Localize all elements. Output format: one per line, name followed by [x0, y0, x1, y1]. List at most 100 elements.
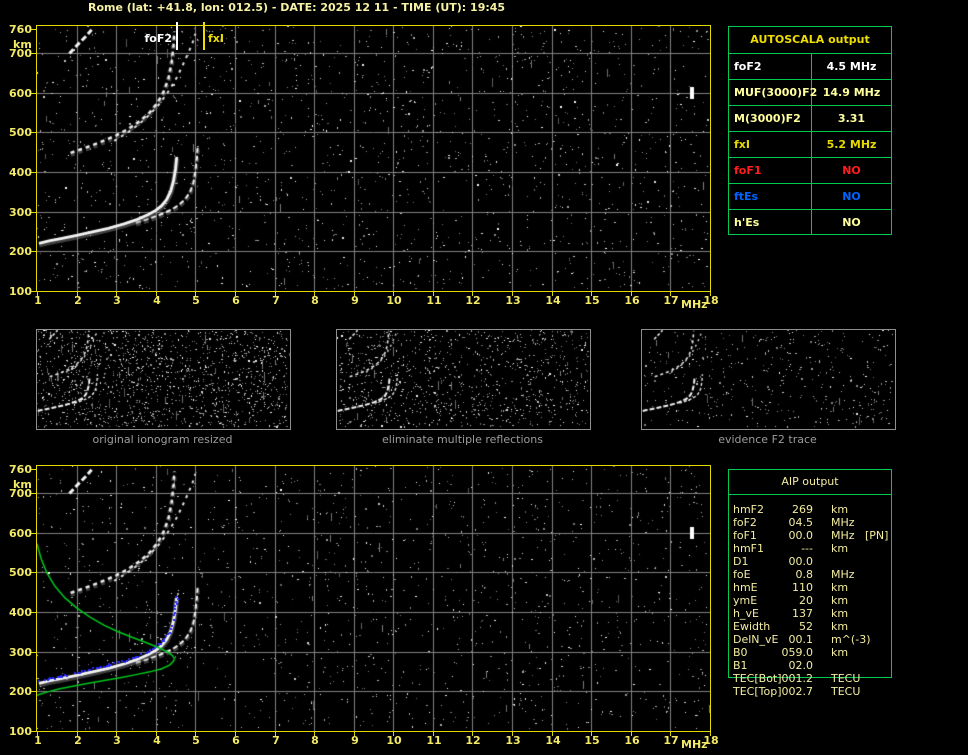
aip-row-label: foF1	[733, 529, 757, 542]
y-axis-tick-label: 500	[9, 566, 32, 579]
y-axis-tick-label: 300	[9, 646, 32, 659]
aip-row-value: 52	[799, 620, 813, 633]
aip-row-value: 02.0	[788, 659, 814, 672]
aip-row-D1: D1 00.0	[728, 555, 908, 568]
x-axis-tick-label: 12	[465, 294, 481, 307]
aip-row-DelNvE: DelN_vE 00.1 m^(-3)	[728, 633, 908, 646]
thumbnail-evidence-canvas	[642, 330, 895, 429]
x-axis-tick-label: 10	[386, 734, 402, 747]
x-axis-tick-label: 6	[232, 734, 240, 747]
y-axis-tick	[31, 533, 36, 534]
x-axis-tick-label: 11	[426, 734, 442, 747]
autoscala-row-label: ftEs	[729, 184, 812, 209]
aip-row-TECTop: TEC[Top] 002.7 TECU	[728, 685, 908, 698]
aip-row-value: 00.0	[788, 555, 814, 568]
aip-row-hmF1: hmF1 --- km	[728, 542, 908, 555]
y-axis-tick	[31, 691, 36, 692]
aip-row-value: 00.0	[788, 529, 814, 542]
x-axis-tick	[670, 732, 671, 736]
x-axis-tick	[235, 732, 236, 736]
thumbnail-caption-eliminate: eliminate multiple reflections	[382, 433, 543, 446]
autoscala-table-title: AUTOSCALA output	[750, 33, 870, 46]
x-axis-tick	[472, 732, 473, 736]
x-axis-tick	[631, 292, 632, 296]
aip-row-hvE: h_vE 137 km	[728, 607, 908, 620]
marker-label-fxI: fxI	[208, 32, 224, 45]
x-axis-tick-label: 1	[34, 734, 42, 747]
x-axis-tick	[591, 292, 592, 296]
aip-row-hmF2: hmF2 269 km	[728, 503, 908, 516]
x-axis-tick	[37, 732, 38, 736]
aip-row-extra: [PN]	[865, 529, 889, 542]
x-axis-tick-label: 14	[545, 734, 561, 747]
autoscala-row-foF2: foF2 4.5 MHz	[729, 53, 891, 79]
y-axis-tick-label: 400	[9, 166, 32, 179]
thumbnail-eliminate-canvas	[337, 330, 590, 429]
aip-table-title: AIP output	[729, 470, 891, 495]
marker-line-fxI	[203, 22, 205, 50]
thumbnail-evidence-f2	[641, 329, 896, 430]
aip-row-value: 002.7	[781, 685, 814, 698]
y-axis-tick-label: 200	[9, 245, 32, 258]
y-axis-tick	[31, 731, 36, 732]
x-axis-tick-label: 17	[663, 734, 679, 747]
x-axis-tick-label: 7	[272, 294, 280, 307]
x-axis-tick	[552, 292, 553, 296]
y-axis-tick-label: 600	[9, 87, 32, 100]
x-axis-tick	[195, 732, 196, 736]
thumbnail-original-ionogram	[36, 329, 291, 430]
aip-row-foF1: foF1 00.0 MHz [PN]	[728, 529, 908, 542]
aip-row-label: ymE	[733, 594, 758, 607]
autoscala-row-foF1: foF1 NO	[729, 157, 891, 183]
aip-row-label: hmE	[733, 581, 758, 594]
x-axis-tick-label: 14	[545, 294, 561, 307]
x-axis-tick	[77, 732, 78, 736]
x-axis-tick	[37, 292, 38, 296]
autoscala-row-value: 4.5 MHz	[826, 60, 877, 73]
aip-row-value: 001.2	[781, 672, 814, 685]
x-axis-tick	[433, 732, 434, 736]
x-axis-tick-label: 4	[153, 734, 161, 747]
top-ionogram-canvas	[37, 26, 710, 291]
autoscala-row-value: NO	[842, 164, 861, 177]
aip-row-label: foF2	[733, 516, 757, 529]
autoscala-row-value: NO	[842, 190, 861, 203]
aip-row-Ewidth: Ewidth 52 km	[728, 620, 908, 633]
y-axis-tick	[31, 53, 36, 54]
x-axis-tick-label: 9	[351, 294, 359, 307]
aip-row-unit: m^(-3)	[831, 633, 871, 646]
x-axis-tick-label: 6	[232, 294, 240, 307]
x-axis-tick-label: 4	[153, 294, 161, 307]
y-axis-tick-label: 760	[9, 463, 32, 476]
x-axis-tick-label: 17	[663, 294, 679, 307]
autoscala-output-table: AUTOSCALA output foF2 4.5 MHz MUF(3000)F2 1…	[728, 26, 892, 235]
autoscala-row-value: NO	[842, 216, 861, 229]
x-axis-tick-label: 3	[113, 294, 121, 307]
autoscala-row-label: fxI	[729, 132, 812, 157]
aip-row-unit: TECU	[831, 685, 861, 698]
autoscala-row-label: h'Es	[729, 210, 812, 235]
x-axis-tick	[393, 732, 394, 736]
ionogram-plot-top: 760 700 600 500 400 300 200 100 km 1 2 3 4 5 6 7 8 9 10 11 1…	[9, 22, 719, 310]
aip-row-label: B1	[733, 659, 748, 672]
x-axis-tick-label: 10	[386, 294, 402, 307]
thumbnail-caption-evidence: evidence F2 trace	[718, 433, 817, 446]
y-axis-tick-label: 400	[9, 606, 32, 619]
x-axis-tick	[472, 292, 473, 296]
x-axis-tick-label: 15	[584, 734, 600, 747]
x-axis-tick-label: 8	[311, 294, 319, 307]
x-axis-tick-label: 13	[505, 294, 521, 307]
autoscala-row-label: M(3000)F2	[729, 106, 812, 131]
aip-row-hmE: hmE 110 km	[728, 581, 908, 594]
autoscala-row-label: MUF(3000)F2	[729, 80, 817, 105]
aip-row-value: ---	[801, 542, 813, 555]
y-axis-tick	[31, 291, 36, 292]
x-axis-unit-label: MHz	[681, 298, 708, 311]
x-axis-tick	[591, 732, 592, 736]
x-axis-tick	[314, 292, 315, 296]
x-axis-tick	[156, 732, 157, 736]
ionogram-plot-bottom: 760 700 600 500 400 300 200 100 km 1 2 3 4 5 6 7 8 9 10 11 1…	[9, 464, 719, 750]
aip-row-unit: km	[831, 620, 849, 633]
autoscala-row-hEs: h'Es NO	[729, 209, 891, 235]
y-axis-tick	[31, 469, 36, 470]
